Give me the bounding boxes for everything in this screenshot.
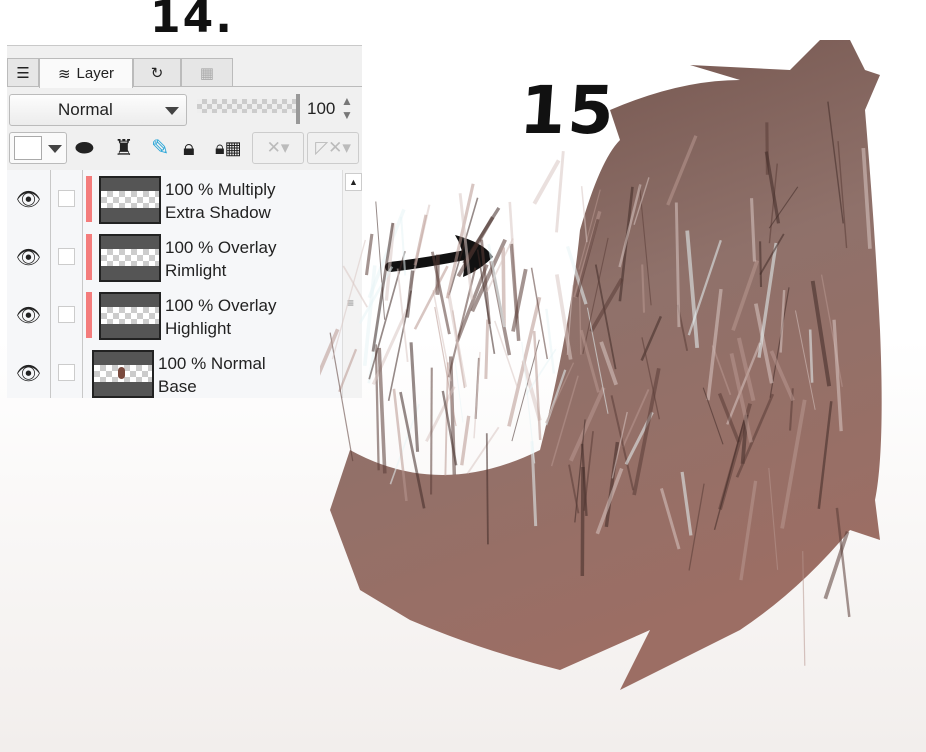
- clip-indicator: [86, 176, 92, 222]
- color-swatch-icon: [14, 136, 42, 160]
- layer-name: Rimlight: [165, 261, 227, 280]
- eye-icon[interactable]: 👁︎: [7, 170, 51, 228]
- chevron-down-icon: [48, 145, 62, 153]
- tab-layer[interactable]: ≋ Layer: [39, 58, 133, 88]
- reference-layer-icon[interactable]: ♜: [114, 134, 134, 162]
- layer-row[interactable]: 👁︎ 100 % Normal Base: [7, 344, 342, 398]
- fur-stroke: [364, 233, 374, 276]
- history-icon: ↻: [150, 64, 164, 82]
- fur-stroke: [759, 241, 763, 288]
- layer-checkbox[interactable]: [50, 286, 83, 344]
- fur-stroke: [462, 206, 501, 265]
- layer-name: Base: [158, 377, 197, 396]
- layer-row[interactable]: 👁︎ 100 % Overlay Rimlight: [7, 228, 342, 287]
- fur-stroke: [466, 426, 500, 474]
- fur-stroke: [400, 216, 407, 276]
- eye-icon[interactable]: 👁︎: [7, 286, 51, 344]
- layer-mode: 100 % Overlay: [165, 296, 277, 315]
- chevron-down-icon: [165, 107, 179, 115]
- layer-thumbnail: [99, 234, 161, 282]
- opacity-slider[interactable]: [197, 99, 299, 113]
- panel-tabs: ☰ ≋ Layer ↻ ▦: [7, 56, 362, 88]
- fur-stroke: [435, 254, 440, 295]
- layer-list: 👁︎ 100 % Multiply Extra Shadow 👁︎ 100 % O…: [7, 170, 342, 398]
- fur-stroke: [338, 348, 358, 393]
- panel-menu-button[interactable]: ☰: [7, 58, 39, 86]
- fur-stroke: [532, 159, 561, 205]
- fur-stroke: [409, 342, 420, 452]
- fur-stroke: [413, 214, 428, 266]
- layer-name: Extra Shadow: [165, 203, 271, 222]
- navigator-icon: ▦: [199, 64, 215, 82]
- fur-stroke: [473, 351, 481, 439]
- layer-name: Highlight: [165, 319, 232, 338]
- layer-row[interactable]: 👁︎ 100 % Multiply Extra Shadow: [7, 170, 342, 229]
- opacity-slider-handle[interactable]: [296, 94, 300, 124]
- fur-stroke: [521, 341, 536, 464]
- color-swatch-button[interactable]: [9, 132, 67, 164]
- fur-stroke: [545, 308, 556, 374]
- clip-indicator: [86, 292, 92, 338]
- fur-stroke: [580, 467, 585, 577]
- layer-checkbox[interactable]: [50, 228, 83, 286]
- layer-mode: 100 % Multiply: [165, 180, 276, 199]
- layer-thumbnail: [92, 350, 154, 398]
- tab-history[interactable]: ↻: [133, 58, 181, 86]
- fur-stroke: [342, 265, 368, 308]
- lock-transparency-icon[interactable]: 🔒︎▦: [215, 134, 242, 162]
- layer-mode: 100 % Overlay: [165, 238, 277, 257]
- fur-stroke: [460, 415, 471, 466]
- clipping-icon[interactable]: ⬬: [75, 134, 94, 162]
- layer-thumbnail: [99, 176, 161, 224]
- menu-icon: ☰: [16, 64, 30, 82]
- layer-checkbox[interactable]: [50, 344, 83, 398]
- layer-stack-icon: ≋: [57, 65, 71, 83]
- fur-stroke: [484, 319, 490, 380]
- eye-icon[interactable]: 👁︎: [7, 344, 51, 398]
- blend-mode-select[interactable]: Normal: [9, 94, 187, 126]
- blend-mode-value: Normal: [58, 100, 113, 119]
- tab-label: Layer: [76, 65, 115, 82]
- draft-pen-icon[interactable]: ✎: [151, 134, 169, 162]
- fur-stroke: [331, 239, 366, 360]
- layer-thumbnail: [99, 292, 161, 340]
- fur-stroke: [485, 433, 489, 545]
- layer-mode: 100 % Normal: [158, 354, 266, 373]
- mask-icon[interactable]: ✕▾: [252, 132, 304, 164]
- fur-stroke: [405, 270, 415, 318]
- eye-icon[interactable]: 👁︎: [7, 228, 51, 286]
- layer-row[interactable]: 👁︎ 100 % Overlay Highlight: [7, 286, 342, 345]
- tab-navigator[interactable]: ▦: [181, 58, 233, 86]
- fur-stroke: [430, 367, 433, 495]
- clip-indicator: [86, 234, 92, 280]
- fur-stroke: [329, 332, 354, 462]
- tail-illustration: [320, 40, 882, 690]
- lock-icon[interactable]: 🔒︎: [183, 134, 195, 162]
- layer-panel: ☰ ≋ Layer ↻ ▦ Normal 100 ▲ ▼ ⬬ ♜ ✎ 🔒︎ 🔒︎▦…: [7, 45, 362, 398]
- step-14-label: 14.: [150, 0, 234, 43]
- layer-checkbox[interactable]: [50, 170, 83, 228]
